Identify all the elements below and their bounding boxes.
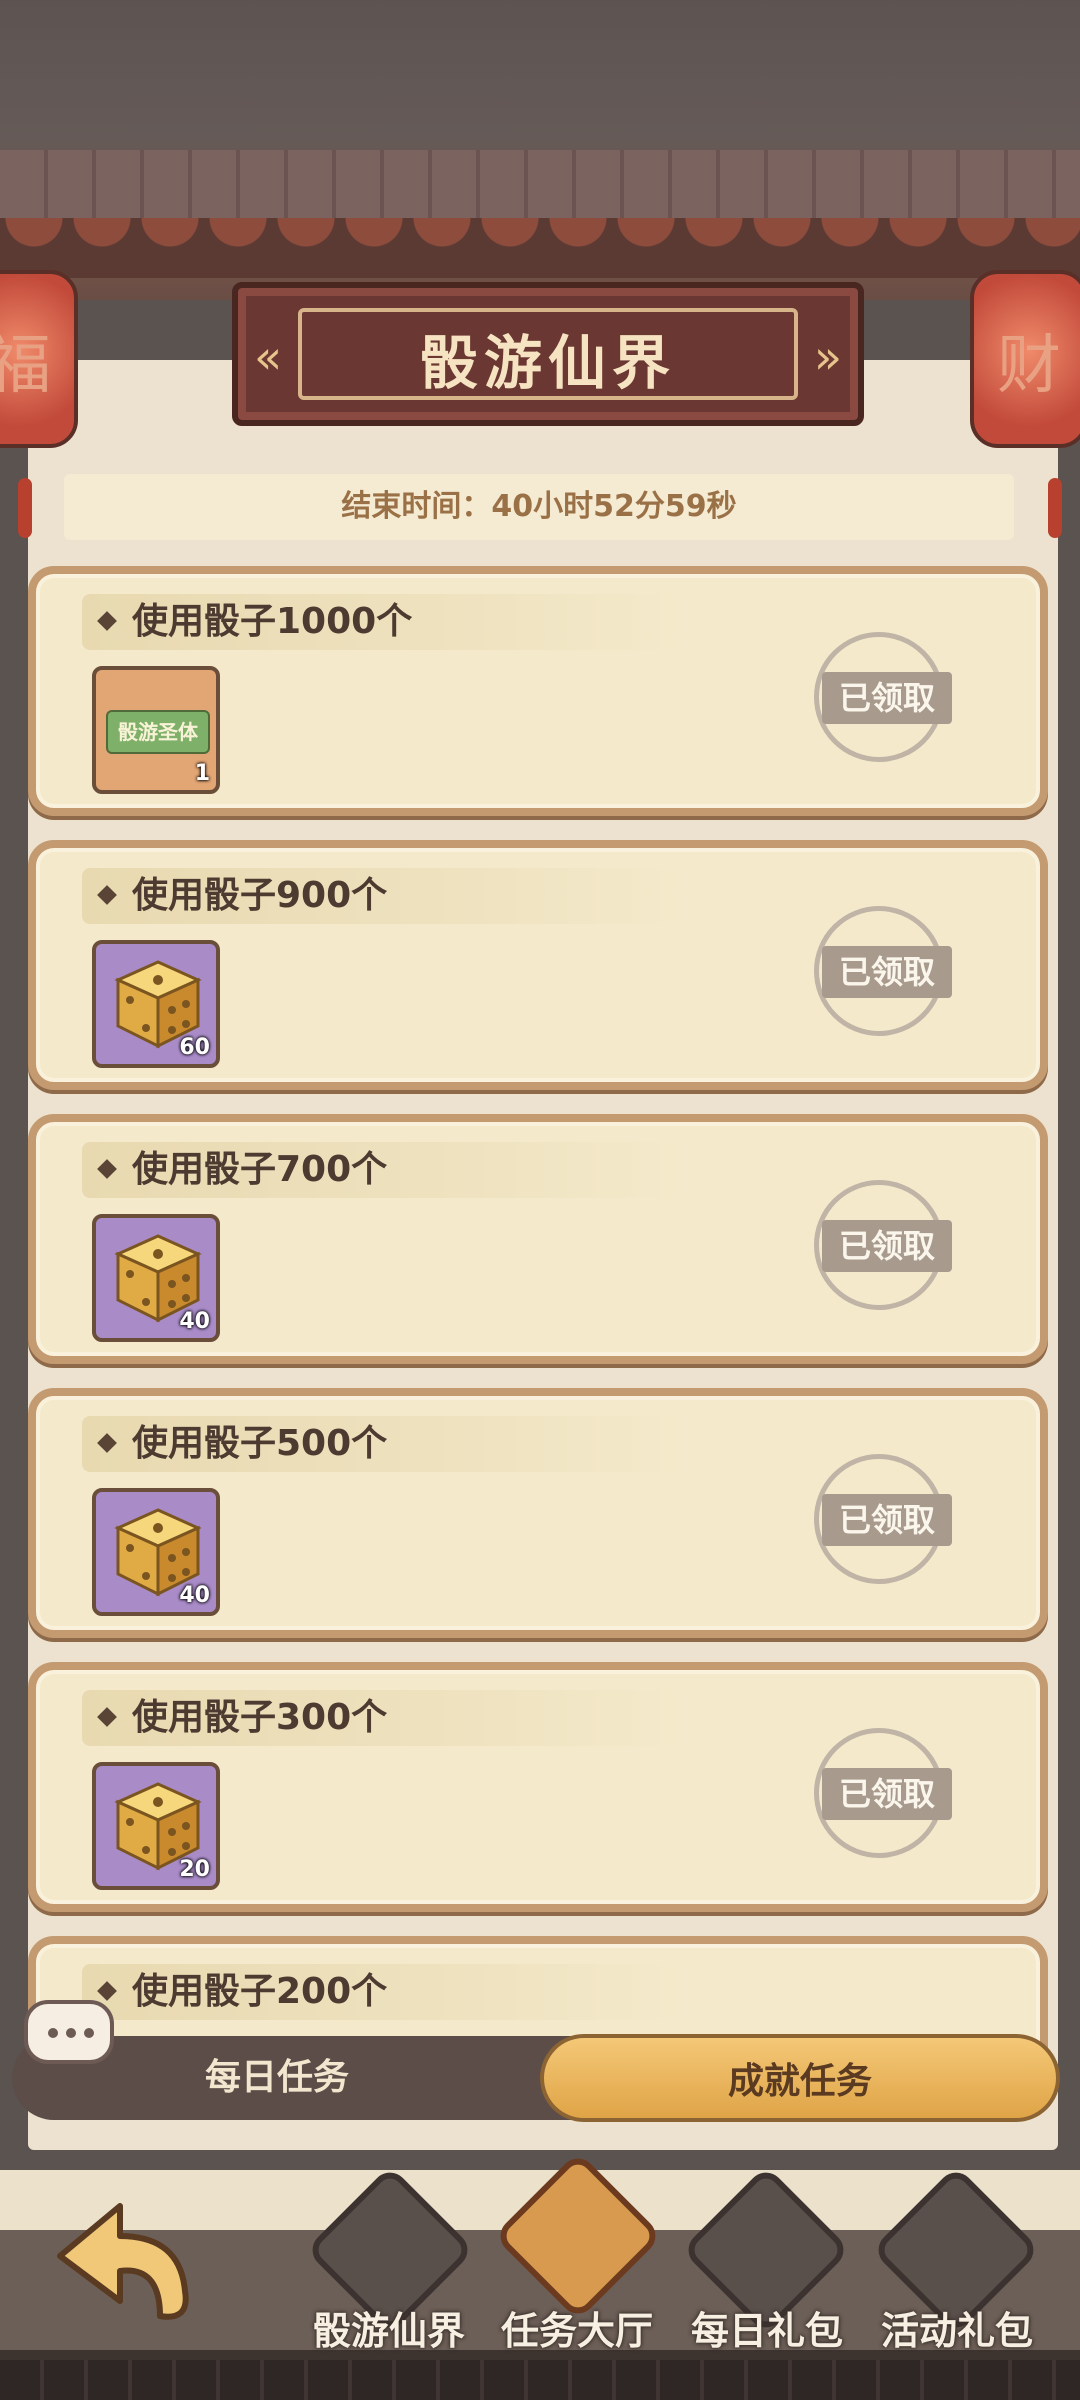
task-card: 使用骰子500个 40 已领取 [28, 1388, 1048, 1638]
reward-item[interactable]: 40 [92, 1214, 220, 1342]
lantern-left: 福 [0, 270, 78, 448]
roof-tiles [0, 150, 1080, 226]
reward-item[interactable]: 40 [92, 1488, 220, 1616]
nav-label-daily-gift[interactable]: 每日礼包 [672, 2300, 862, 2355]
claimed-status: 已领取 [822, 672, 952, 724]
lantern-right-tassel [1048, 478, 1062, 538]
plaque-right-ornament-icon: » [813, 330, 842, 384]
reward-count: 60 [179, 1035, 210, 1060]
nav-label-task-hall[interactable]: 任务大厅 [482, 2300, 672, 2355]
lantern-right: 财 [970, 270, 1080, 448]
task-card: 使用骰子300个 20 已领取 [28, 1662, 1048, 1912]
tab-achievement-tasks[interactable]: 成就任务 [540, 2034, 1060, 2122]
task-title: 使用骰子500个 [132, 1423, 388, 1464]
claimed-status: 已领取 [822, 1768, 952, 1820]
task-title: 使用骰子300个 [132, 1697, 388, 1738]
task-title: 使用骰子900个 [132, 875, 388, 916]
reward-count: 40 [179, 1309, 210, 1334]
reward-count: 20 [179, 1857, 210, 1882]
roof-background [0, 0, 1080, 300]
reward-count: 40 [179, 1583, 210, 1608]
back-arrow-icon[interactable] [50, 2196, 200, 2326]
title-plaque: « 骰游仙界 » [232, 282, 864, 426]
task-card: 使用骰子1000个 骰游圣体 1 已领取 [28, 566, 1048, 816]
lantern-left-tassel [18, 478, 32, 538]
roof-eaves [0, 218, 1080, 278]
task-title: 使用骰子700个 [132, 1149, 388, 1190]
reward-item[interactable]: 20 [92, 1762, 220, 1890]
task-card: 使用骰子900个 60 已领取 [28, 840, 1048, 1090]
reward-count: 1 [194, 761, 210, 786]
nav-label-event-gift[interactable]: 活动礼包 [862, 2300, 1052, 2355]
task-card: 使用骰子700个 40 已领取 [28, 1114, 1048, 1364]
lantern-left-char: 福 [0, 329, 51, 403]
chat-icon[interactable] [24, 2000, 114, 2064]
scroll-reward-icon: 骰游圣体 [106, 710, 210, 754]
claimed-status: 已领取 [822, 1494, 952, 1546]
task-title: 使用骰子200个 [132, 1971, 388, 2012]
task-title: 使用骰子1000个 [132, 601, 413, 642]
lantern-right-char: 财 [997, 329, 1061, 403]
claimed-status: 已领取 [822, 946, 952, 998]
claimed-status: 已领取 [822, 1220, 952, 1272]
nav-label-dice-realm[interactable]: 骰游仙界 [294, 2300, 484, 2355]
page-title: 骰游仙界 [419, 329, 676, 397]
reward-item[interactable]: 60 [92, 940, 220, 1068]
bottom-floor-strip [0, 2360, 1080, 2400]
reward-item[interactable]: 骰游圣体 1 [92, 666, 220, 794]
end-time-text: 结束时间：40小时52分59秒 [341, 489, 737, 524]
